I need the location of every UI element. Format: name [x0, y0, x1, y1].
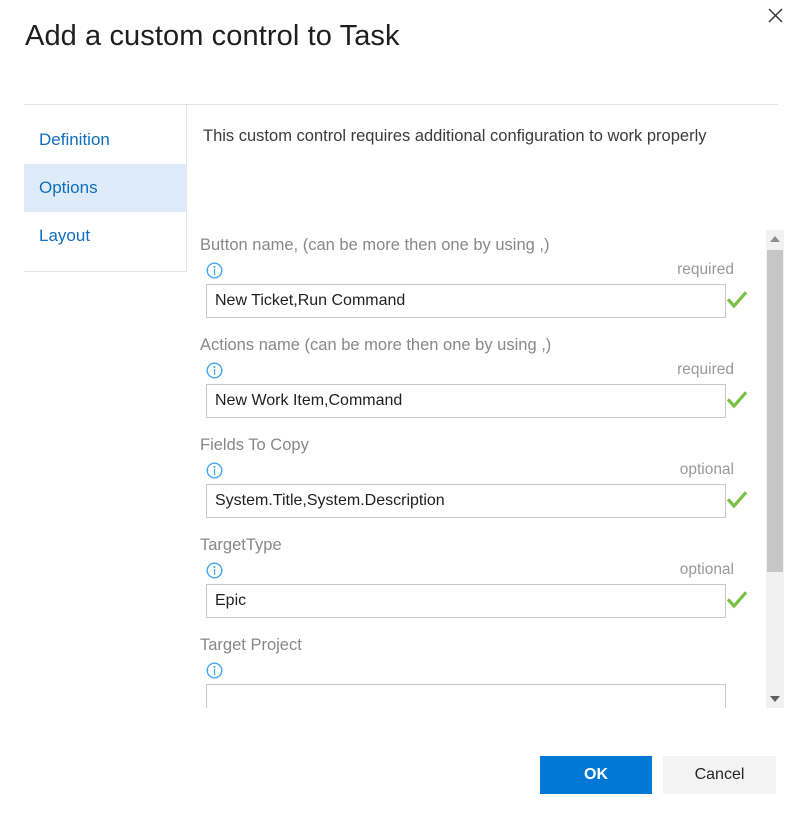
scrollbar-thumb[interactable] [767, 250, 783, 572]
info-icon[interactable] [206, 462, 223, 479]
target-project-input[interactable] [206, 684, 726, 708]
field-label: Button name, (can be more then one by us… [200, 230, 748, 260]
options-scrollbar[interactable] [766, 230, 784, 708]
dialog-header: Add a custom control to Task [0, 0, 802, 104]
dialog-title: Add a custom control to Task [25, 20, 400, 53]
field-meta: optional [200, 460, 748, 484]
options-scroll-region: Button name, (can be more then one by us… [200, 230, 766, 708]
field-label: Target Project [200, 630, 748, 660]
check-icon-glyph [726, 489, 748, 511]
check-icon-glyph [726, 289, 748, 311]
field-input-row [200, 284, 748, 320]
info-icon-glyph [206, 462, 223, 479]
tab-options-label: Options [39, 178, 98, 197]
close-icon-glyph [768, 8, 783, 23]
info-icon-glyph [206, 562, 223, 579]
field-requirement-label: required [677, 360, 734, 380]
info-icon-glyph [206, 662, 223, 679]
info-icon[interactable] [206, 262, 223, 279]
field-input-row [200, 684, 748, 708]
fields-to-copy-input[interactable] [206, 484, 726, 518]
info-icon[interactable] [206, 662, 223, 679]
dialog-footer: OK Cancel [0, 756, 802, 794]
actions-name-input[interactable] [206, 384, 726, 418]
valid-check-icon [726, 289, 748, 311]
button-name-input[interactable] [206, 284, 726, 318]
info-icon-glyph [206, 362, 223, 379]
info-icon-glyph [206, 262, 223, 279]
check-icon-glyph [726, 589, 748, 611]
field-fields-to-copy: Fields To Copy optional [200, 430, 748, 520]
field-target-type: TargetType optional [200, 530, 748, 620]
valid-check-icon [726, 489, 748, 511]
ok-button[interactable]: OK [540, 756, 652, 794]
valid-check-icon [726, 389, 748, 411]
dialog-body: Definition Options Layout This custom co… [24, 104, 778, 725]
field-meta: required [200, 360, 748, 384]
target-type-input[interactable] [206, 584, 726, 618]
valid-check-icon [726, 589, 748, 611]
check-icon-glyph [726, 389, 748, 411]
scroll-down-arrow-icon[interactable] [766, 690, 784, 708]
field-meta [200, 660, 748, 684]
scroll-up-arrow-icon[interactable] [766, 230, 784, 248]
cancel-button[interactable]: Cancel [663, 756, 776, 794]
field-label: Actions name (can be more then one by us… [200, 330, 748, 360]
field-meta: required [200, 260, 748, 284]
scroll-down-arrow-glyph [770, 696, 780, 702]
tab-definition-label: Definition [39, 130, 110, 149]
field-meta: optional [200, 560, 748, 584]
field-input-row [200, 584, 748, 620]
field-target-project: Target Project [200, 630, 748, 708]
tab-layout[interactable]: Layout [24, 212, 186, 260]
field-input-row [200, 384, 748, 420]
info-icon[interactable] [206, 362, 223, 379]
field-label: TargetType [200, 530, 748, 560]
field-actions-name: Actions name (can be more then one by us… [200, 330, 748, 420]
tab-definition[interactable]: Definition [24, 116, 186, 164]
field-requirement-label: required [677, 260, 734, 280]
field-button-name: Button name, (can be more then one by us… [200, 230, 748, 320]
field-requirement-label: optional [680, 460, 734, 480]
field-label: Fields To Copy [200, 430, 748, 460]
field-requirement-label: optional [680, 560, 734, 580]
pivot-content: This custom control requires additional … [188, 105, 778, 725]
options-field-list: Button name, (can be more then one by us… [200, 230, 748, 708]
field-input-row [200, 484, 748, 520]
info-icon[interactable] [206, 562, 223, 579]
tab-layout-label: Layout [39, 226, 90, 245]
content-description: This custom control requires additional … [203, 127, 707, 146]
scroll-up-arrow-glyph [770, 236, 780, 242]
tab-options[interactable]: Options [24, 164, 186, 212]
pivot-nav: Definition Options Layout [24, 105, 187, 272]
close-icon[interactable] [762, 2, 788, 28]
